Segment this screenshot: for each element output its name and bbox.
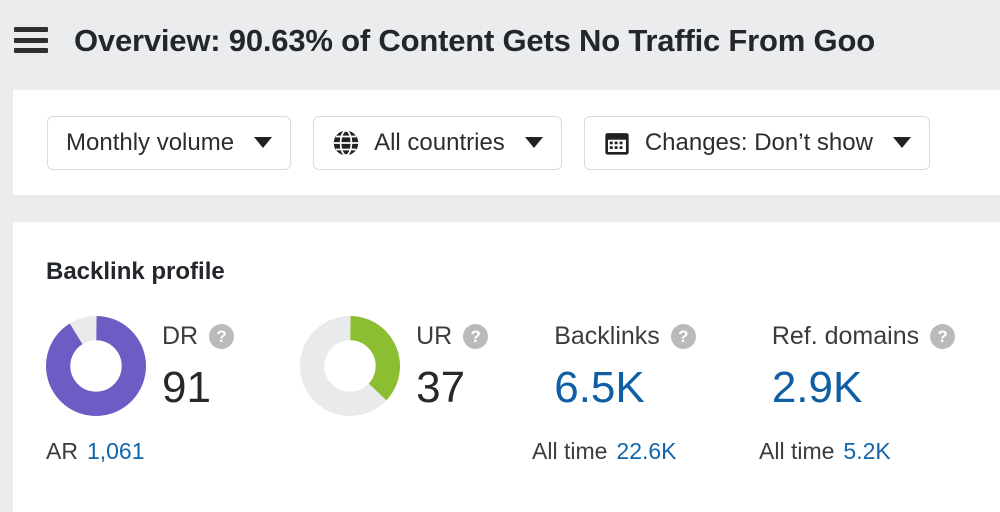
dr-donut-chart: [46, 316, 146, 416]
subitem-value[interactable]: 5.2K: [843, 438, 890, 464]
metric-value[interactable]: 2.9K: [772, 366, 955, 410]
metric-body: UR ? 37: [416, 316, 488, 410]
dropdown-label: Changes: Don’t show: [645, 131, 873, 155]
metric-body: Backlinks ? 6.5K: [554, 316, 696, 410]
calendar-icon: [603, 129, 631, 157]
hamburger-bar: [14, 27, 48, 32]
dropdown-changes[interactable]: Changes: Don’t show: [584, 116, 930, 170]
help-icon[interactable]: ?: [930, 324, 955, 349]
metric-label: UR ?: [416, 324, 488, 349]
metric-value: 37: [416, 366, 488, 410]
dropdown-all-countries[interactable]: All countries: [313, 116, 562, 170]
metric-label-text: Ref. domains: [772, 324, 919, 349]
hamburger-bar: [14, 48, 48, 53]
hamburger-bar: [14, 38, 48, 43]
metric-value: 91: [162, 366, 234, 410]
metric-ur: UR ? 37: [300, 316, 488, 416]
metric-body: Ref. domains ? 2.9K: [772, 316, 955, 410]
metric-label-text: DR: [162, 324, 198, 349]
metrics-row: DR ? 91 UR ? 37: [46, 316, 1000, 416]
metric-label: DR ?: [162, 324, 234, 349]
metric-body: DR ? 91: [162, 316, 234, 410]
subitem-refdomains-alltime: All time 5.2K: [759, 440, 891, 463]
dropdown-label: All countries: [374, 131, 505, 155]
metric-label-text: Backlinks: [554, 324, 660, 349]
dropdown-label: Monthly volume: [66, 131, 234, 155]
help-icon[interactable]: ?: [463, 324, 488, 349]
hamburger-menu-icon[interactable]: [14, 27, 48, 53]
chevron-down-icon: [254, 137, 272, 148]
subitem-value[interactable]: 22.6K: [616, 438, 676, 464]
metric-label: Ref. domains ?: [772, 324, 955, 349]
globe-icon: [332, 129, 360, 157]
backlink-profile-card: Backlink profile DR ? 91: [13, 222, 1000, 512]
subitem-label: All time: [532, 438, 607, 464]
subitem-backlinks-alltime: All time 22.6K: [532, 440, 759, 463]
page-title: Overview: 90.63% of Content Gets No Traf…: [74, 25, 875, 56]
chevron-down-icon: [525, 137, 543, 148]
metric-ref-domains: Ref. domains ? 2.9K: [772, 316, 955, 410]
chevron-down-icon: [893, 137, 911, 148]
card-title: Backlink profile: [46, 260, 1000, 284]
filter-toolbar: Monthly volume All countries Ch: [13, 90, 1000, 195]
metric-label-text: UR: [416, 324, 452, 349]
metric-label: Backlinks ?: [554, 324, 696, 349]
subitem-label: AR: [46, 438, 78, 464]
help-icon[interactable]: ?: [671, 324, 696, 349]
metric-value[interactable]: 6.5K: [554, 366, 696, 410]
metric-subvalues-row: AR 1,061 All time 22.6K All time 5.2K: [46, 440, 1000, 463]
help-icon[interactable]: ?: [209, 324, 234, 349]
ur-donut-chart: [300, 316, 400, 416]
metric-dr: DR ? 91: [46, 316, 234, 416]
app-header: Overview: 90.63% of Content Gets No Traf…: [0, 0, 1000, 80]
metric-backlinks: Backlinks ? 6.5K: [554, 316, 696, 410]
dropdown-monthly-volume[interactable]: Monthly volume: [47, 116, 291, 170]
subitem-label: All time: [759, 438, 834, 464]
subitem-ar: AR 1,061: [46, 440, 532, 463]
subitem-value[interactable]: 1,061: [87, 438, 145, 464]
